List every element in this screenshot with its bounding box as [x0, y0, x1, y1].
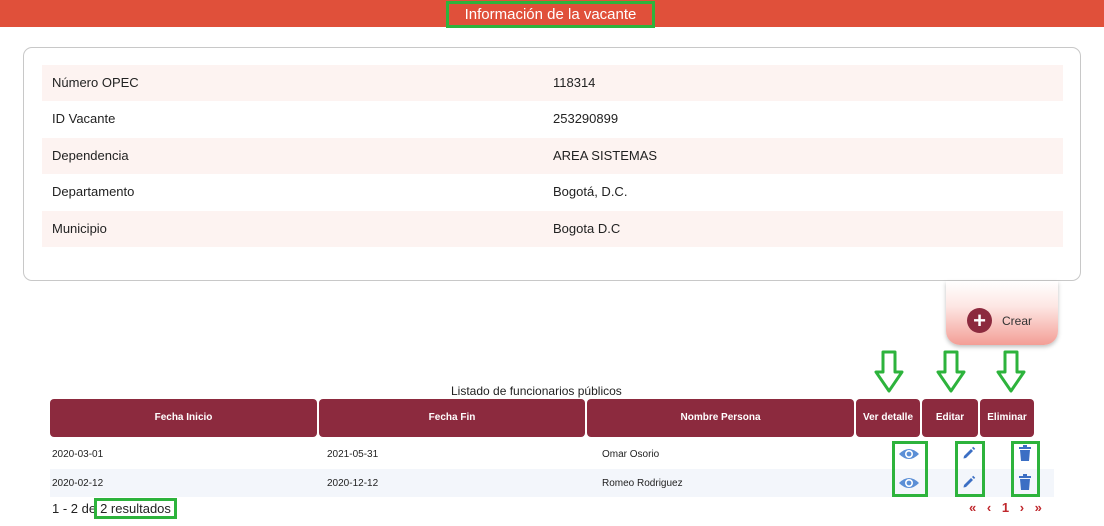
create-button[interactable]: + Crear — [946, 281, 1058, 345]
vacancy-info-card: Número OPEC 118314 ID Vacante 253290899 … — [23, 47, 1081, 281]
table-cell-fecha-inicio: 2020-02-12 — [52, 478, 104, 489]
next-page-button[interactable]: › — [1020, 500, 1024, 515]
info-row-id-vacante: ID Vacante 253290899 — [42, 101, 1063, 137]
table-caption: Listado de funcionarios públicos — [451, 384, 622, 398]
column-header-nombre-persona[interactable]: Nombre Persona — [587, 399, 854, 437]
down-arrow-icon — [874, 350, 904, 393]
results-summary: 1 - 2 de 2 resultados — [52, 498, 177, 519]
pagination: « ‹ 1 › » — [969, 500, 1049, 515]
info-label: Número OPEC — [52, 75, 139, 90]
info-value: Bogota D.C — [553, 221, 621, 236]
info-value: 118314 — [553, 75, 596, 90]
down-arrow-icon — [936, 350, 966, 393]
column-header-ver-detalle: Ver detalle — [856, 399, 920, 437]
column-header-editar: Editar — [922, 399, 978, 437]
info-value: Bogotá, D.C. — [553, 184, 628, 199]
info-row-opec: Número OPEC 118314 — [42, 65, 1063, 101]
info-row-departamento: Departamento Bogotá, D.C. — [42, 174, 1063, 210]
table-cell-fecha-fin: 2021-05-31 — [327, 449, 379, 460]
info-label: Departamento — [52, 184, 135, 199]
table-cell-nombre: Romeo Rodriguez — [602, 478, 683, 489]
first-page-button[interactable]: « — [969, 500, 976, 515]
pencil-icon[interactable] — [962, 475, 976, 489]
current-page[interactable]: 1 — [1002, 500, 1009, 515]
trash-icon[interactable] — [1018, 474, 1032, 490]
plus-circle-icon: + — [967, 308, 992, 333]
eye-icon[interactable] — [898, 447, 920, 461]
page-title: Información de la vacante — [446, 1, 655, 28]
table-cell-nombre: Omar Osorio — [602, 449, 660, 460]
column-header-eliminar: Eliminar — [980, 399, 1034, 437]
info-value: AREA SISTEMAS — [553, 148, 658, 163]
info-label: Dependencia — [52, 148, 129, 163]
pencil-icon[interactable] — [962, 446, 976, 460]
prev-page-button[interactable]: ‹ — [987, 500, 991, 515]
info-row-dependencia: Dependencia AREA SISTEMAS — [42, 138, 1063, 174]
results-summary-prefix: 1 - 2 de — [52, 501, 97, 516]
table-cell-fecha-fin: 2020-12-12 — [327, 478, 379, 489]
results-count-highlight: 2 resultados — [94, 498, 177, 519]
info-label: Municipio — [52, 221, 107, 236]
info-label: ID Vacante — [52, 111, 116, 126]
column-header-fecha-inicio[interactable]: Fecha Inicio — [50, 399, 317, 437]
column-header-fecha-fin[interactable]: Fecha Fin — [319, 399, 585, 437]
table-cell-fecha-inicio: 2020-03-01 — [52, 449, 104, 460]
eye-icon[interactable] — [898, 476, 920, 490]
info-row-municipio: Municipio Bogota D.C — [42, 211, 1063, 247]
trash-icon[interactable] — [1018, 445, 1032, 461]
info-value: 253290899 — [553, 111, 619, 126]
last-page-button[interactable]: » — [1035, 500, 1042, 515]
down-arrow-icon — [996, 350, 1026, 393]
create-button-label: Crear — [1002, 314, 1033, 328]
